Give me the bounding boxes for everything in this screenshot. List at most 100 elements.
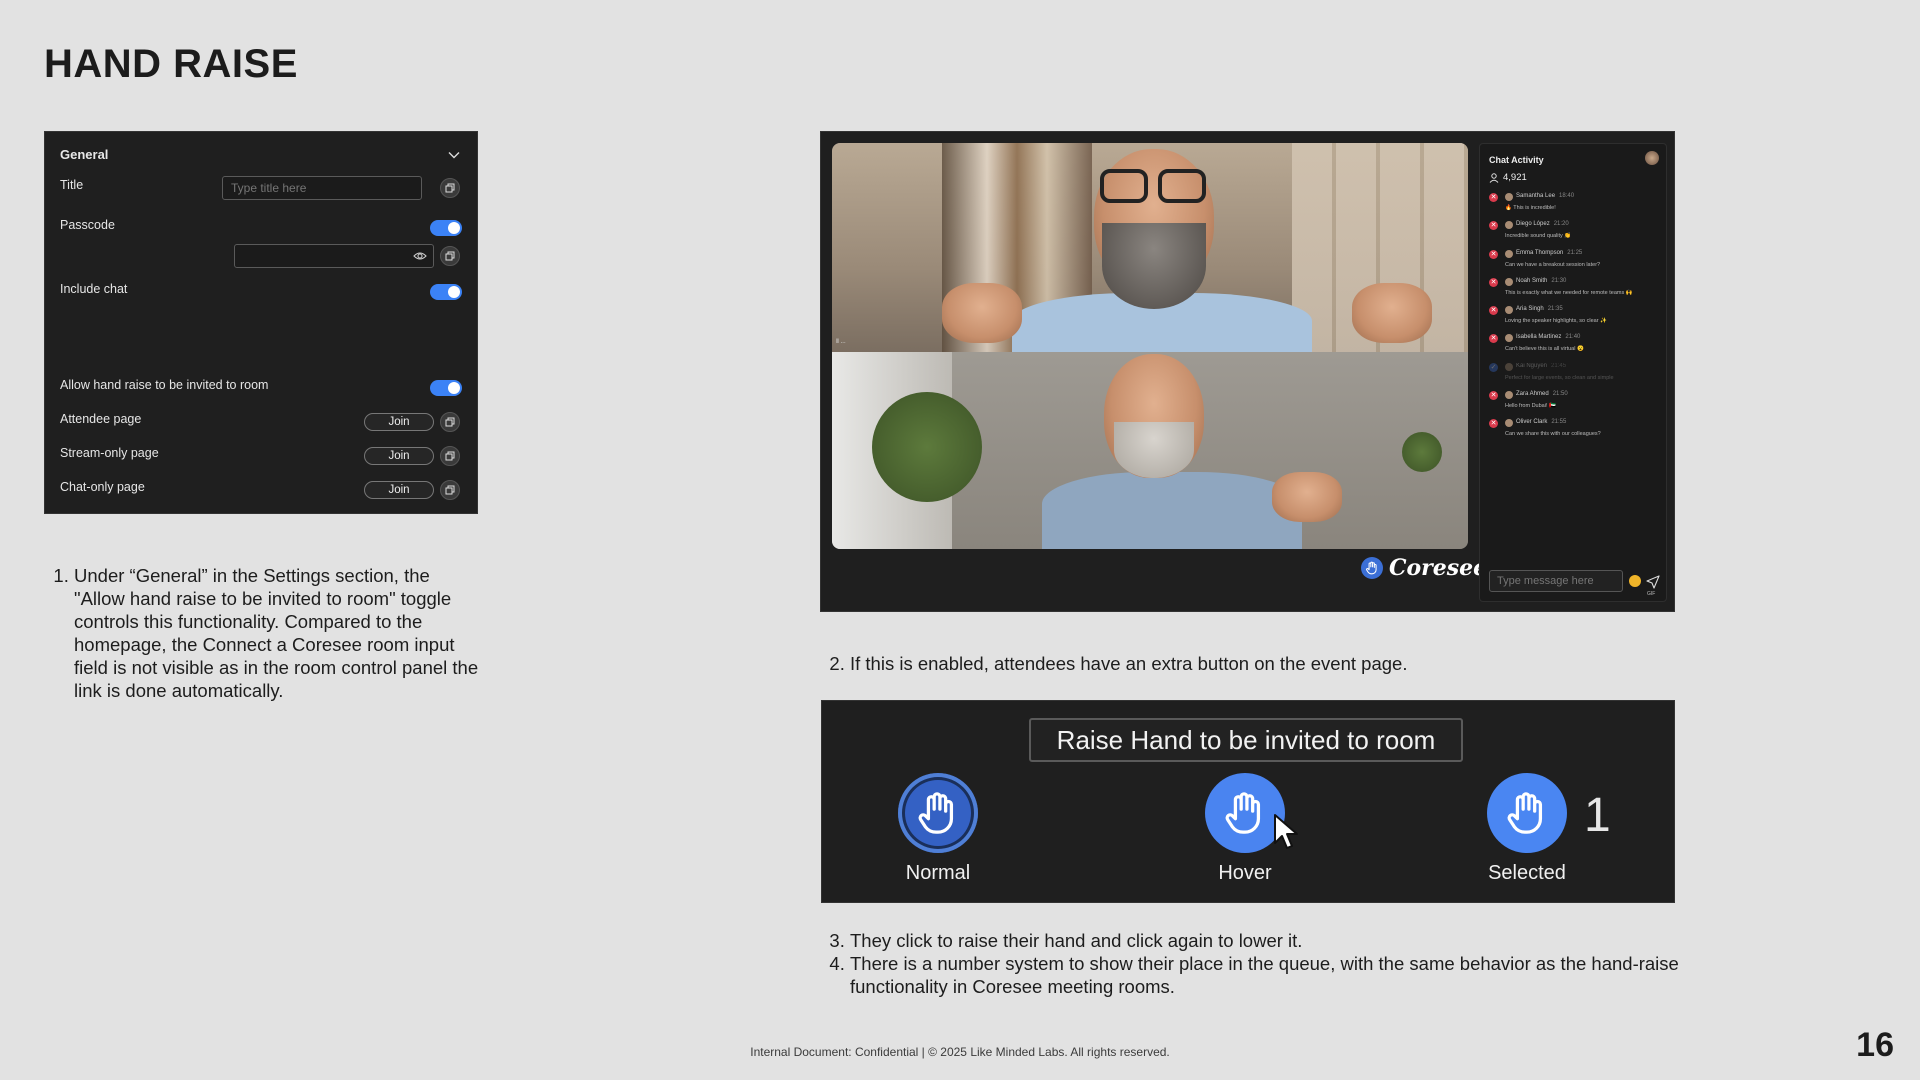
chat-message-author: Oliver Clark 21:55 xyxy=(1516,419,1567,426)
hand-button-normal[interactable] xyxy=(898,773,978,853)
speaker-video-1 xyxy=(832,143,1468,363)
queue-position-number: 1 xyxy=(1584,789,1611,842)
attendee-join-button[interactable]: Join xyxy=(364,413,434,431)
raise-hand-icon xyxy=(1225,792,1261,834)
speaker-hand xyxy=(942,283,1022,343)
cursor-icon xyxy=(1274,814,1298,849)
chat-only-join-button[interactable]: Join xyxy=(364,481,434,499)
copy-title-button[interactable] xyxy=(440,178,460,198)
avatar xyxy=(1505,334,1513,343)
chat-message-time: 21:30 xyxy=(1551,277,1567,284)
chat-message-author: Emma Thompson 21:25 xyxy=(1516,249,1583,256)
avatar xyxy=(1505,221,1513,230)
chat-message: ✕ Isabella Martinez 21:40 Can't believe thi… xyxy=(1489,333,1664,361)
chat-message-text: Perfect for large events, so clean and s… xyxy=(1505,374,1614,381)
chat-message: ✓ Kai Nguyen 21:45 Perfect for large events… xyxy=(1489,362,1664,390)
remove-message-icon[interactable]: ✕ xyxy=(1489,221,1498,231)
speaker-shirt xyxy=(1042,472,1302,549)
chat-title: Chat Activity xyxy=(1489,155,1544,165)
chat-message-author: Samantha Lee 18:40 xyxy=(1516,193,1575,199)
speaker-beard xyxy=(1114,422,1194,478)
speaker-beard xyxy=(1102,223,1206,309)
remove-message-icon[interactable]: ✕ xyxy=(1489,193,1498,202)
chat-message: ✕ Aria Singh 21:35 Loving the speaker highl… xyxy=(1489,305,1664,333)
note-1: Under “General” in the Settings section,… xyxy=(44,564,484,702)
state-label-normal: Normal xyxy=(905,862,971,884)
chat-message-text: 🔥 This is incredible! xyxy=(1505,205,1556,211)
chat-message: ✕ Samantha Lee 18:40 🔥 This is incredible! xyxy=(1489,192,1664,220)
user-icon xyxy=(1489,172,1499,183)
title-input[interactable] xyxy=(222,176,422,200)
viewer-count: 4,921 xyxy=(1489,172,1527,183)
note-2-text: If this is enabled, attendees have an ex… xyxy=(850,652,1680,675)
eye-icon[interactable] xyxy=(413,250,427,262)
avatar xyxy=(1505,193,1513,201)
chat-message-time: 21:50 xyxy=(1552,391,1568,398)
chat-message-author: Noah Smith 21:30 xyxy=(1516,277,1567,284)
note-4-text: There is a number system to show their p… xyxy=(850,952,1680,998)
remove-message-icon[interactable]: ✕ xyxy=(1489,306,1498,316)
avatar xyxy=(1505,391,1513,400)
raise-hand-button[interactable]: Raise Hand to be invited to room xyxy=(1029,718,1463,762)
allow-hand-raise-toggle[interactable] xyxy=(430,380,462,396)
chat-message-text: Hello from Dubai! 🇦🇪 xyxy=(1505,403,1556,410)
chat-message-text: Can we have a breakout session later? xyxy=(1505,261,1601,268)
chat-message-text: Can we share this with our colleagues? xyxy=(1505,431,1601,438)
copy-passcode-button[interactable] xyxy=(440,246,460,266)
notes-3-4: They click to raise their hand and click… xyxy=(820,929,1680,998)
speaker-glasses xyxy=(1158,169,1206,203)
chat-message-text: Loving the speaker highlights, so clear … xyxy=(1505,318,1607,325)
chevron-down-icon[interactable] xyxy=(448,149,460,161)
passcode-toggle[interactable] xyxy=(430,220,462,236)
avatar xyxy=(1505,249,1513,258)
plant xyxy=(1402,432,1442,472)
chat-message-list: ✕ Samantha Lee 18:40 🔥 This is incredible! ✕… xyxy=(1489,192,1664,447)
remove-message-icon[interactable]: ✕ xyxy=(1489,334,1498,344)
chat-message-time: 21:45 xyxy=(1551,362,1567,369)
raise-hand-icon[interactable] xyxy=(1361,557,1383,579)
passcode-input[interactable] xyxy=(234,244,434,268)
gif-button[interactable]: GIF xyxy=(1647,591,1655,597)
general-section-title: General xyxy=(60,147,109,162)
remove-message-icon[interactable]: ✕ xyxy=(1489,277,1498,287)
stream-only-join-button[interactable]: Join xyxy=(364,447,434,465)
chat-message-time: 21:20 xyxy=(1553,221,1569,228)
chat-message-time: 21:25 xyxy=(1567,249,1583,256)
general-section-header[interactable]: General xyxy=(60,147,462,162)
chat-message-input[interactable] xyxy=(1489,570,1623,592)
event-page-preview: Ⅱ ... Coresee Chat Activity 4,921 ✕ Saman… xyxy=(820,131,1675,612)
copy-attendee-link-button[interactable] xyxy=(440,412,460,432)
title-label: Title xyxy=(60,178,84,192)
avatar[interactable] xyxy=(1645,151,1659,165)
footer-text: Internal Document: Confidential | © 2025… xyxy=(750,1045,1170,1059)
hand-raise-states-panel: Raise Hand to be invited to room Normal … xyxy=(821,700,1675,903)
chat-message: ✕ Emma Thompson 21:25 Can we have a breakou… xyxy=(1489,249,1664,277)
copy-chat-only-link-button[interactable] xyxy=(440,480,460,500)
note-2: If this is enabled, attendees have an ex… xyxy=(820,652,1680,675)
speaker-hand xyxy=(1352,283,1432,343)
chat-message-text: This is exactly what we needed for remot… xyxy=(1505,289,1633,296)
remove-message-icon[interactable]: ✕ xyxy=(1489,249,1498,259)
copy-icon xyxy=(445,451,455,461)
copy-stream-only-link-button[interactable] xyxy=(440,446,460,466)
allow-hand-raise-label: Allow hand raise to be invited to room xyxy=(60,378,269,392)
note-3-text: They click to raise their hand and click… xyxy=(850,929,1680,952)
check-icon[interactable]: ✓ xyxy=(1489,362,1498,372)
emoji-icon[interactable] xyxy=(1629,575,1641,587)
send-icon[interactable] xyxy=(1646,575,1660,589)
chat-message-text: Incredible sound quality 👏 xyxy=(1505,233,1572,240)
include-chat-toggle[interactable] xyxy=(430,284,462,300)
copy-icon xyxy=(445,183,455,193)
state-label-hover: Hover xyxy=(1218,862,1272,884)
raise-hand-icon xyxy=(1507,792,1543,834)
remove-message-icon[interactable]: ✕ xyxy=(1489,391,1498,401)
chat-message-text: Can't believe this is all virtual 😮 xyxy=(1505,346,1584,353)
speaker-video-2 xyxy=(832,352,1468,549)
brand-logo: Coresee xyxy=(1361,555,1487,581)
chat-message-author: Kai Nguyen 21:45 xyxy=(1516,362,1567,369)
avatar xyxy=(1505,306,1513,315)
copy-icon xyxy=(445,485,455,495)
state-label-selected: Selected xyxy=(1488,862,1566,884)
hand-button-selected[interactable] xyxy=(1487,773,1567,853)
remove-message-icon[interactable]: ✕ xyxy=(1489,419,1498,429)
